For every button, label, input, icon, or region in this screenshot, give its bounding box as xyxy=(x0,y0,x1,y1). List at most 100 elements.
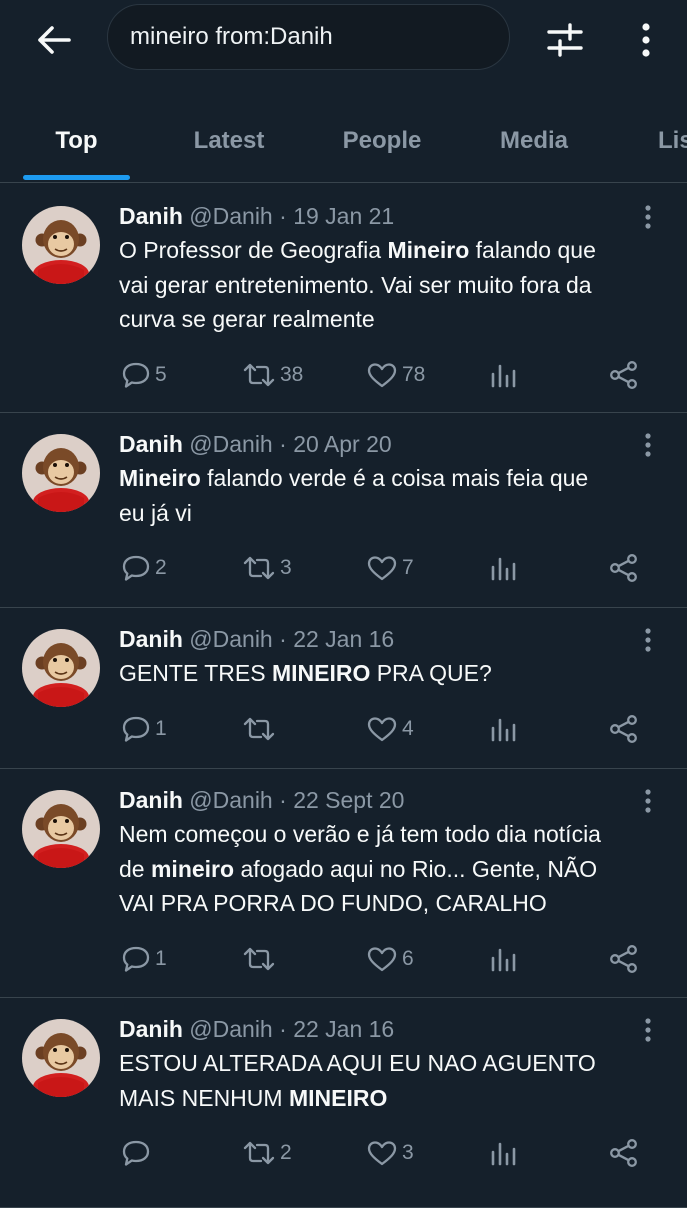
tweet-more-icon[interactable] xyxy=(632,1014,664,1046)
share-button[interactable] xyxy=(609,939,639,979)
top-bar: mineiro from:Danih xyxy=(0,0,687,78)
share-button[interactable] xyxy=(609,355,639,395)
tweet-date[interactable]: 19 Jan 21 xyxy=(293,203,394,229)
reply-button[interactable]: 1 xyxy=(121,709,167,749)
tweet-text-line: Nem começou o verão e já tem todo dia no… xyxy=(119,821,601,847)
reply-button[interactable]: 2 xyxy=(121,548,167,588)
tweet-date[interactable]: 20 Apr 20 xyxy=(293,431,391,457)
separator-dot: · xyxy=(279,431,287,457)
like-button[interactable]: 3 xyxy=(366,1133,414,1173)
reply-button[interactable] xyxy=(121,1133,155,1173)
tab-media[interactable]: Media xyxy=(484,100,584,182)
bar-chart-icon xyxy=(490,554,518,582)
sliders-icon[interactable] xyxy=(540,18,590,62)
tab-people[interactable]: People xyxy=(332,100,432,182)
retweet-button[interactable]: 38 xyxy=(242,355,303,395)
heart-icon xyxy=(366,715,398,743)
reply-button[interactable]: 1 xyxy=(121,939,167,979)
tweet-text: ESTOU ALTERADA AQUI EU NAO AGUENTO MAIS N… xyxy=(119,1046,664,1115)
author-handle[interactable]: @Danih xyxy=(189,626,272,652)
retweet-button[interactable]: 3 xyxy=(242,548,292,588)
tab-lists[interactable]: Lists xyxy=(658,100,687,182)
tweet-text: O Professor de Geografia Mineiro falando… xyxy=(119,233,664,337)
tweet-more-icon[interactable] xyxy=(632,201,664,233)
bar-chart-icon xyxy=(490,945,518,973)
vertical-ellipsis-icon[interactable] xyxy=(624,18,668,62)
tweet-text: Mineiro falando verde é a coisa mais fei… xyxy=(119,461,664,530)
back-arrow-icon[interactable] xyxy=(32,20,76,60)
tweet-text-line: VAI PRA PORRA DO FUNDO, CARALHO xyxy=(119,890,547,916)
author-name[interactable]: Danih xyxy=(119,431,183,457)
tweet[interactable]: Danih @Danih · 20 Apr 20 Mineiro falando… xyxy=(0,412,687,608)
tweet-date[interactable]: 22 Jan 16 xyxy=(293,626,394,652)
tweet-header: Danih @Danih · 22 Jan 16 xyxy=(119,626,394,653)
like-button[interactable]: 6 xyxy=(366,939,414,979)
tab-latest[interactable]: Latest xyxy=(179,100,279,182)
search-query-text: mineiro from:Danih xyxy=(130,23,333,50)
search-tabs: Top Latest People Media Lists xyxy=(0,100,687,183)
author-handle[interactable]: @Danih xyxy=(189,787,272,813)
author-handle[interactable]: @Danih xyxy=(189,203,272,229)
reply-count: 1 xyxy=(155,946,167,970)
reply-button[interactable]: 5 xyxy=(121,355,167,395)
author-handle[interactable]: @Danih xyxy=(189,1016,272,1042)
tweet[interactable]: Danih @Danih · 22 Jan 16 GENTE TRES MINE… xyxy=(0,607,687,769)
avatar[interactable] xyxy=(22,1019,100,1097)
search-term-highlight: mineiro xyxy=(150,855,235,882)
share-button[interactable] xyxy=(609,548,639,588)
like-button[interactable]: 78 xyxy=(366,355,425,395)
like-button[interactable]: 7 xyxy=(366,548,414,588)
views-button[interactable] xyxy=(490,548,518,588)
author-name[interactable]: Danih xyxy=(119,626,183,652)
avatar[interactable] xyxy=(22,434,100,512)
tweet-more-icon[interactable] xyxy=(632,785,664,817)
share-button[interactable] xyxy=(609,1133,639,1173)
views-button[interactable] xyxy=(490,709,518,749)
retweet-button[interactable] xyxy=(242,939,280,979)
tweet-text-line: Mineiro falando verde é a coisa mais fei… xyxy=(119,465,589,491)
avatar[interactable] xyxy=(22,206,100,284)
like-button[interactable]: 4 xyxy=(366,709,414,749)
author-name[interactable]: Danih xyxy=(119,203,183,229)
bar-chart-icon xyxy=(490,361,518,389)
retweet-count: 3 xyxy=(280,556,292,579)
tweet[interactable]: Danih @Danih · 22 Sept 20 Nem começou o … xyxy=(0,768,687,998)
author-handle[interactable]: @Danih xyxy=(189,431,272,457)
tweet-text-line: ESTOU ALTERADA AQUI EU NAO AGUENTO xyxy=(119,1050,596,1076)
tweet-date[interactable]: 22 Sept 20 xyxy=(293,787,404,813)
search-term-highlight: MINEIRO xyxy=(288,1084,388,1111)
like-count: 6 xyxy=(402,946,414,970)
author-name[interactable]: Danih xyxy=(119,787,183,813)
retweet-count: 2 xyxy=(280,1141,292,1164)
tweet[interactable]: Danih @Danih · 22 Jan 16 ESTOU ALTERADA … xyxy=(0,997,687,1208)
views-button[interactable] xyxy=(490,939,518,979)
search-term-highlight: MINEIRO xyxy=(271,660,371,686)
author-name[interactable]: Danih xyxy=(119,1016,183,1042)
views-button[interactable] xyxy=(490,355,518,395)
views-button[interactable] xyxy=(490,1133,518,1173)
tweet-more-icon[interactable] xyxy=(632,429,664,461)
tweet-date[interactable]: 22 Jan 16 xyxy=(293,1016,394,1042)
separator-dot: · xyxy=(279,626,287,652)
tweet-header: Danih @Danih · 22 Sept 20 xyxy=(119,787,404,814)
tweet-text-line: O Professor de Geografia Mineiro falando… xyxy=(119,237,596,263)
search-input[interactable]: mineiro from:Danih xyxy=(107,4,510,70)
tab-top[interactable]: Top xyxy=(23,100,130,182)
tweet-text-line: de mineiro afogado aqui no Rio... Gente,… xyxy=(119,855,598,882)
avatar[interactable] xyxy=(22,790,100,868)
avatar[interactable] xyxy=(22,629,100,707)
share-button[interactable] xyxy=(609,709,639,749)
retweet-button[interactable] xyxy=(242,709,280,749)
tweet-header: Danih @Danih · 19 Jan 21 xyxy=(119,203,394,230)
active-tab-indicator xyxy=(23,175,130,180)
tweet-text-line: vai gerar entretenimento. Vai ser muito … xyxy=(119,271,592,298)
like-count: 4 xyxy=(402,716,414,740)
like-count: 78 xyxy=(402,362,426,386)
bar-chart-icon xyxy=(490,1139,518,1167)
tweet-more-icon[interactable] xyxy=(632,624,664,656)
retweet-button[interactable]: 2 xyxy=(242,1133,292,1173)
share-icon xyxy=(609,714,639,744)
heart-icon xyxy=(366,945,398,973)
heart-icon xyxy=(366,361,398,389)
tweet[interactable]: Danih @Danih · 19 Jan 21 O Professor de … xyxy=(0,184,687,413)
